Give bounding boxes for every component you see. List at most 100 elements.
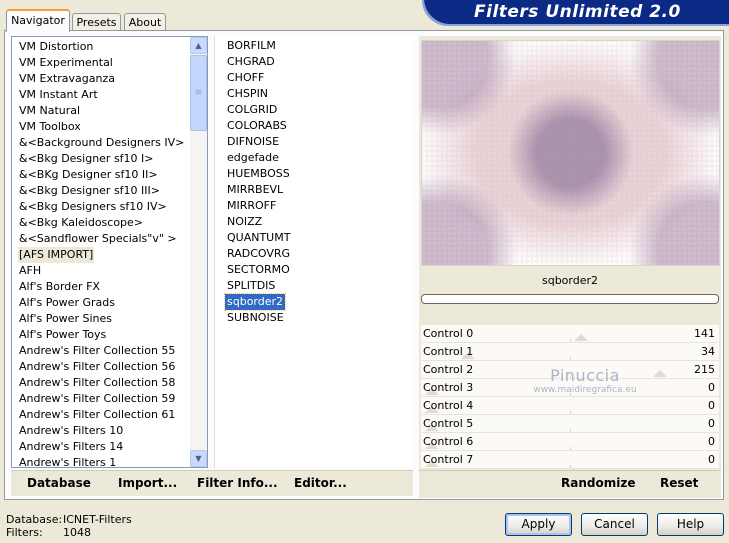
- filter-item[interactable]: sqborder2: [223, 293, 287, 311]
- filter-item[interactable]: DIFNOISE: [225, 134, 281, 150]
- slider-tick: [570, 393, 571, 396]
- category-item[interactable]: VM Instant Art: [18, 87, 99, 103]
- tab-about[interactable]: About: [124, 13, 166, 31]
- filter-info-button[interactable]: Filter Info...: [197, 475, 278, 491]
- control-value: 0: [708, 453, 715, 466]
- category-item[interactable]: [AFS IMPORT]: [18, 247, 95, 263]
- filter-item[interactable]: COLGRID: [225, 102, 279, 118]
- apply-button[interactable]: Apply: [505, 513, 572, 536]
- category-item[interactable]: Andrew's Filters 1: [18, 455, 117, 467]
- randomize-button[interactable]: Randomize: [561, 475, 635, 491]
- category-item[interactable]: Andrew's Filters 10: [18, 423, 124, 439]
- slider-tick: [570, 465, 571, 468]
- control-value: 0: [708, 435, 715, 448]
- scroll-down-button[interactable]: ▼: [190, 450, 207, 467]
- control-slider-row[interactable]: Control 4 0: [421, 397, 719, 415]
- category-item[interactable]: Andrew's Filter Collection 61: [18, 407, 176, 423]
- category-item[interactable]: Alf's Power Toys: [18, 327, 107, 343]
- category-item[interactable]: VM Distortion: [18, 39, 94, 55]
- help-button[interactable]: Help: [657, 513, 724, 536]
- filters-count: 1048: [63, 526, 91, 539]
- category-item[interactable]: &<Bkg Designer sf10 III>: [18, 183, 161, 199]
- category-item[interactable]: Andrew's Filter Collection 58: [18, 375, 176, 391]
- filter-item[interactable]: BORFILM: [225, 38, 278, 54]
- filter-item[interactable]: SUBNOISE: [225, 310, 286, 326]
- control-slider-row[interactable]: Control 3 0: [421, 379, 719, 397]
- filter-item[interactable]: COLORABS: [225, 118, 289, 134]
- slider-thumb[interactable]: [574, 334, 588, 341]
- tab-presets[interactable]: Presets: [72, 13, 121, 31]
- category-item[interactable]: Andrew's Filters 14: [18, 439, 124, 455]
- category-item[interactable]: Alf's Border FX: [18, 279, 101, 295]
- filter-item[interactable]: QUANTUMT: [225, 230, 292, 246]
- filter-item[interactable]: MIRRBEVL: [225, 182, 285, 198]
- slider-tick: [570, 411, 571, 414]
- control-label: Control 1: [423, 345, 474, 358]
- category-item[interactable]: &<BKg Designer sf10 II>: [18, 167, 159, 183]
- slider-tick: [570, 375, 571, 378]
- control-label: Control 5: [423, 417, 474, 430]
- filter-item[interactable]: SECTORMO: [225, 262, 292, 278]
- control-label: Control 3: [423, 381, 474, 394]
- filter-item[interactable]: RADCOVRG: [225, 246, 292, 262]
- scroll-up-button[interactable]: ▲: [190, 37, 207, 54]
- category-item[interactable]: Alf's Power Grads: [18, 295, 116, 311]
- category-item[interactable]: Andrew's Filter Collection 56: [18, 359, 176, 375]
- control-value: 215: [694, 363, 715, 376]
- category-item[interactable]: &<Bkg Designer sf10 I>: [18, 151, 155, 167]
- editor-button[interactable]: Editor...: [294, 475, 347, 491]
- filter-item[interactable]: CHSPIN: [225, 86, 270, 102]
- database-button[interactable]: Database: [27, 475, 91, 491]
- control-label: Control 6: [423, 435, 474, 448]
- filter-item[interactable]: MIRROFF: [225, 198, 278, 214]
- progress-bar: [421, 294, 719, 304]
- category-item[interactable]: &<Bkg Kaleidoscope>: [18, 215, 144, 231]
- category-item[interactable]: &<Sandflower Specials"v" >: [18, 231, 178, 247]
- category-scrollbar[interactable]: ▲ ≡ ▼: [190, 37, 207, 467]
- control-value: 0: [708, 399, 715, 412]
- filter-item[interactable]: SPLITDIS: [225, 278, 277, 294]
- filter-list[interactable]: BORFILM CHGRAD CHOFF CHSPIN COLGRID COLORABS D…: [214, 36, 413, 468]
- category-item[interactable]: VM Toolbox: [18, 119, 82, 135]
- scroll-thumb[interactable]: ≡: [190, 55, 207, 131]
- tab-navigator[interactable]: Navigator: [6, 9, 70, 32]
- control-label: Control 4: [423, 399, 474, 412]
- filter-item[interactable]: HUEMBOSS: [225, 166, 292, 182]
- control-slider-row[interactable]: Control 1 34: [421, 343, 719, 361]
- control-value: 0: [708, 381, 715, 394]
- import-button[interactable]: Import...: [118, 475, 177, 491]
- control-slider-row[interactable]: Control 0 141: [421, 325, 719, 343]
- filter-item[interactable]: CHGRAD: [225, 54, 277, 70]
- filter-item[interactable]: NOIZZ: [225, 214, 264, 230]
- control-slider-row[interactable]: Control 2 215: [421, 361, 719, 379]
- database-value: ICNET-Filters: [63, 513, 132, 526]
- filter-item[interactable]: CHOFF: [225, 70, 266, 86]
- control-label: Control 2: [423, 363, 474, 376]
- cancel-button[interactable]: Cancel: [581, 513, 648, 536]
- slider-thumb[interactable]: [653, 370, 667, 377]
- control-slider-row[interactable]: Control 7 0: [421, 451, 719, 469]
- reset-button[interactable]: Reset: [660, 475, 698, 491]
- slider-tick: [570, 447, 571, 450]
- category-item[interactable]: Andrew's Filter Collection 55: [18, 343, 176, 359]
- control-value: 141: [694, 327, 715, 340]
- category-item[interactable]: Andrew's Filter Collection 59: [18, 391, 176, 407]
- category-item[interactable]: VM Experimental: [18, 55, 114, 71]
- category-item[interactable]: VM Natural: [18, 103, 81, 119]
- control-label: Control 7: [423, 453, 474, 466]
- category-item[interactable]: &<Background Designers IV>: [18, 135, 185, 151]
- control-slider-row[interactable]: Control 5 0: [421, 415, 719, 433]
- preview-image: [421, 40, 720, 266]
- database-label: Database:: [6, 513, 63, 526]
- filter-item[interactable]: edgefade: [225, 150, 281, 166]
- category-item[interactable]: AFH: [18, 263, 42, 279]
- slider-tick: [570, 429, 571, 432]
- category-item[interactable]: VM Extravaganza: [18, 71, 116, 87]
- category-list[interactable]: ▲ ≡ ▼ VM Distortion VM Experimental VM Ext…: [11, 36, 208, 468]
- slider-tick: [570, 357, 571, 360]
- control-value: 34: [701, 345, 715, 358]
- category-item[interactable]: Alf's Power Sines: [18, 311, 113, 327]
- control-slider-row[interactable]: Control 6 0: [421, 433, 719, 451]
- app-title: Filters Unlimited 2.0: [474, 2, 681, 22]
- category-item[interactable]: &<Bkg Designers sf10 IV>: [18, 199, 168, 215]
